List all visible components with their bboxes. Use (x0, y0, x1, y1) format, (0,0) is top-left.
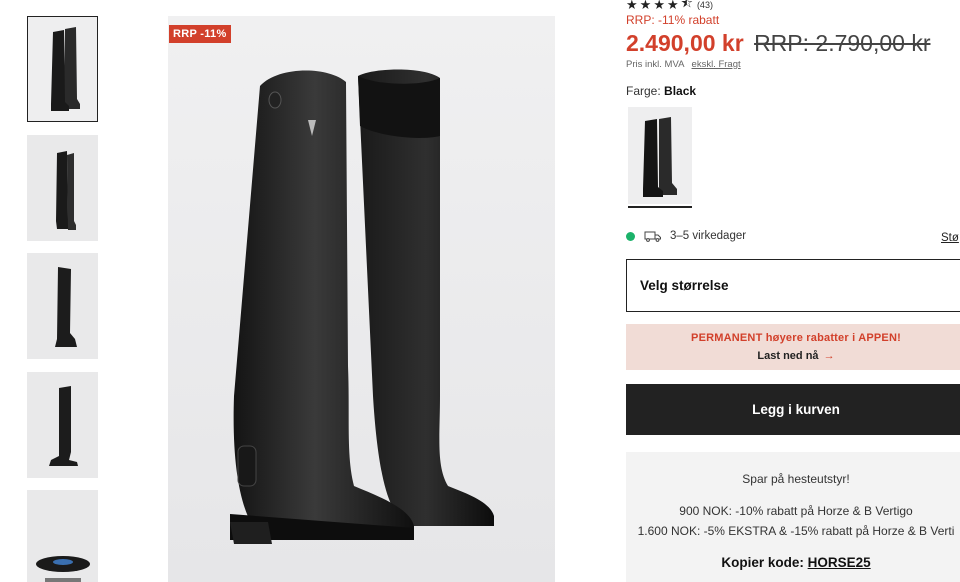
offer-line-2: 1.600 NOK: -5% EKSTRA & -15% rabatt på H… (637, 524, 955, 538)
color-swatch-black[interactable] (628, 107, 692, 204)
price: 2.490,00 kr RRP: 2.790,00 kr (626, 30, 930, 57)
star-icon: ★ (639, 0, 652, 12)
color-value: Black (664, 84, 697, 98)
offer-title: Spar på hesteutstyr! (742, 472, 850, 486)
thumbnail-3[interactable] (27, 253, 98, 359)
swatch-boot-image (643, 116, 677, 197)
riding-boots-image (230, 69, 494, 544)
offer-box: Spar på hesteutstyr! 900 NOK: -10% rabat… (626, 452, 960, 582)
size-guide-link[interactable]: Stø (941, 232, 959, 244)
boot-side-outer-image (54, 267, 77, 347)
thumbnail-1[interactable] (27, 16, 98, 122)
discount-text: RRP: -11% rabatt (626, 13, 720, 27)
arrow-right-icon: → (823, 350, 835, 362)
main-product-image[interactable] (168, 16, 555, 582)
boot-pair-back-image (55, 151, 76, 230)
current-price: 2.490,00 kr (626, 30, 744, 56)
app-promo-banner[interactable]: PERMANENT høyere rabatter i APPEN! Last … (626, 324, 960, 370)
truck-icon (644, 231, 661, 242)
old-price: RRP: 2.790,00 kr (754, 30, 931, 56)
thumbnail-2[interactable] (27, 135, 98, 241)
delivery-time: 3–5 virkedager (670, 230, 747, 242)
code-label: Kopier kode: (721, 555, 804, 570)
boot-pair-front-image (50, 27, 80, 111)
offer-line-1: 900 NOK: -10% rabatt på Horze & B Vertig… (679, 504, 913, 518)
thumbnail-4[interactable] (27, 372, 98, 478)
color-label-text: Farge: (626, 84, 661, 98)
size-select[interactable]: Velg størrelse (626, 259, 960, 312)
color-label: Farge: Black (626, 84, 696, 98)
discount-badge: RRP -11% (169, 25, 231, 43)
promo-download[interactable]: Last ned nå → (626, 350, 960, 362)
freight-link[interactable]: ekskl. Fragt (692, 59, 741, 70)
add-to-cart-button[interactable]: Legg i kurven (626, 384, 960, 435)
vat-note: Pris inkl. MVA (626, 59, 684, 70)
boot-sole-image (35, 556, 90, 582)
rating-count: (43) (696, 0, 713, 10)
price-note: Pris inkl. MVA ekskl. Fragt (626, 59, 741, 70)
star-icon: ★ (626, 0, 638, 12)
code-value[interactable]: HORSE25 (808, 555, 871, 570)
promo-headline: PERMANENT høyere rabatter i APPEN! (691, 332, 901, 344)
swatch-selected-indicator (628, 206, 692, 208)
promo-download-label: Last ned nå (757, 350, 819, 362)
offer-code[interactable]: Kopier kode: HORSE25 (626, 555, 960, 570)
star-icon: ★ (653, 0, 665, 12)
thumbnail-5[interactable] (27, 490, 98, 582)
star-icon: ★ (666, 0, 679, 12)
in-stock-dot (626, 231, 635, 241)
delivery-info: 3–5 virkedager (626, 230, 746, 242)
boot-side-inner-image (48, 386, 78, 466)
